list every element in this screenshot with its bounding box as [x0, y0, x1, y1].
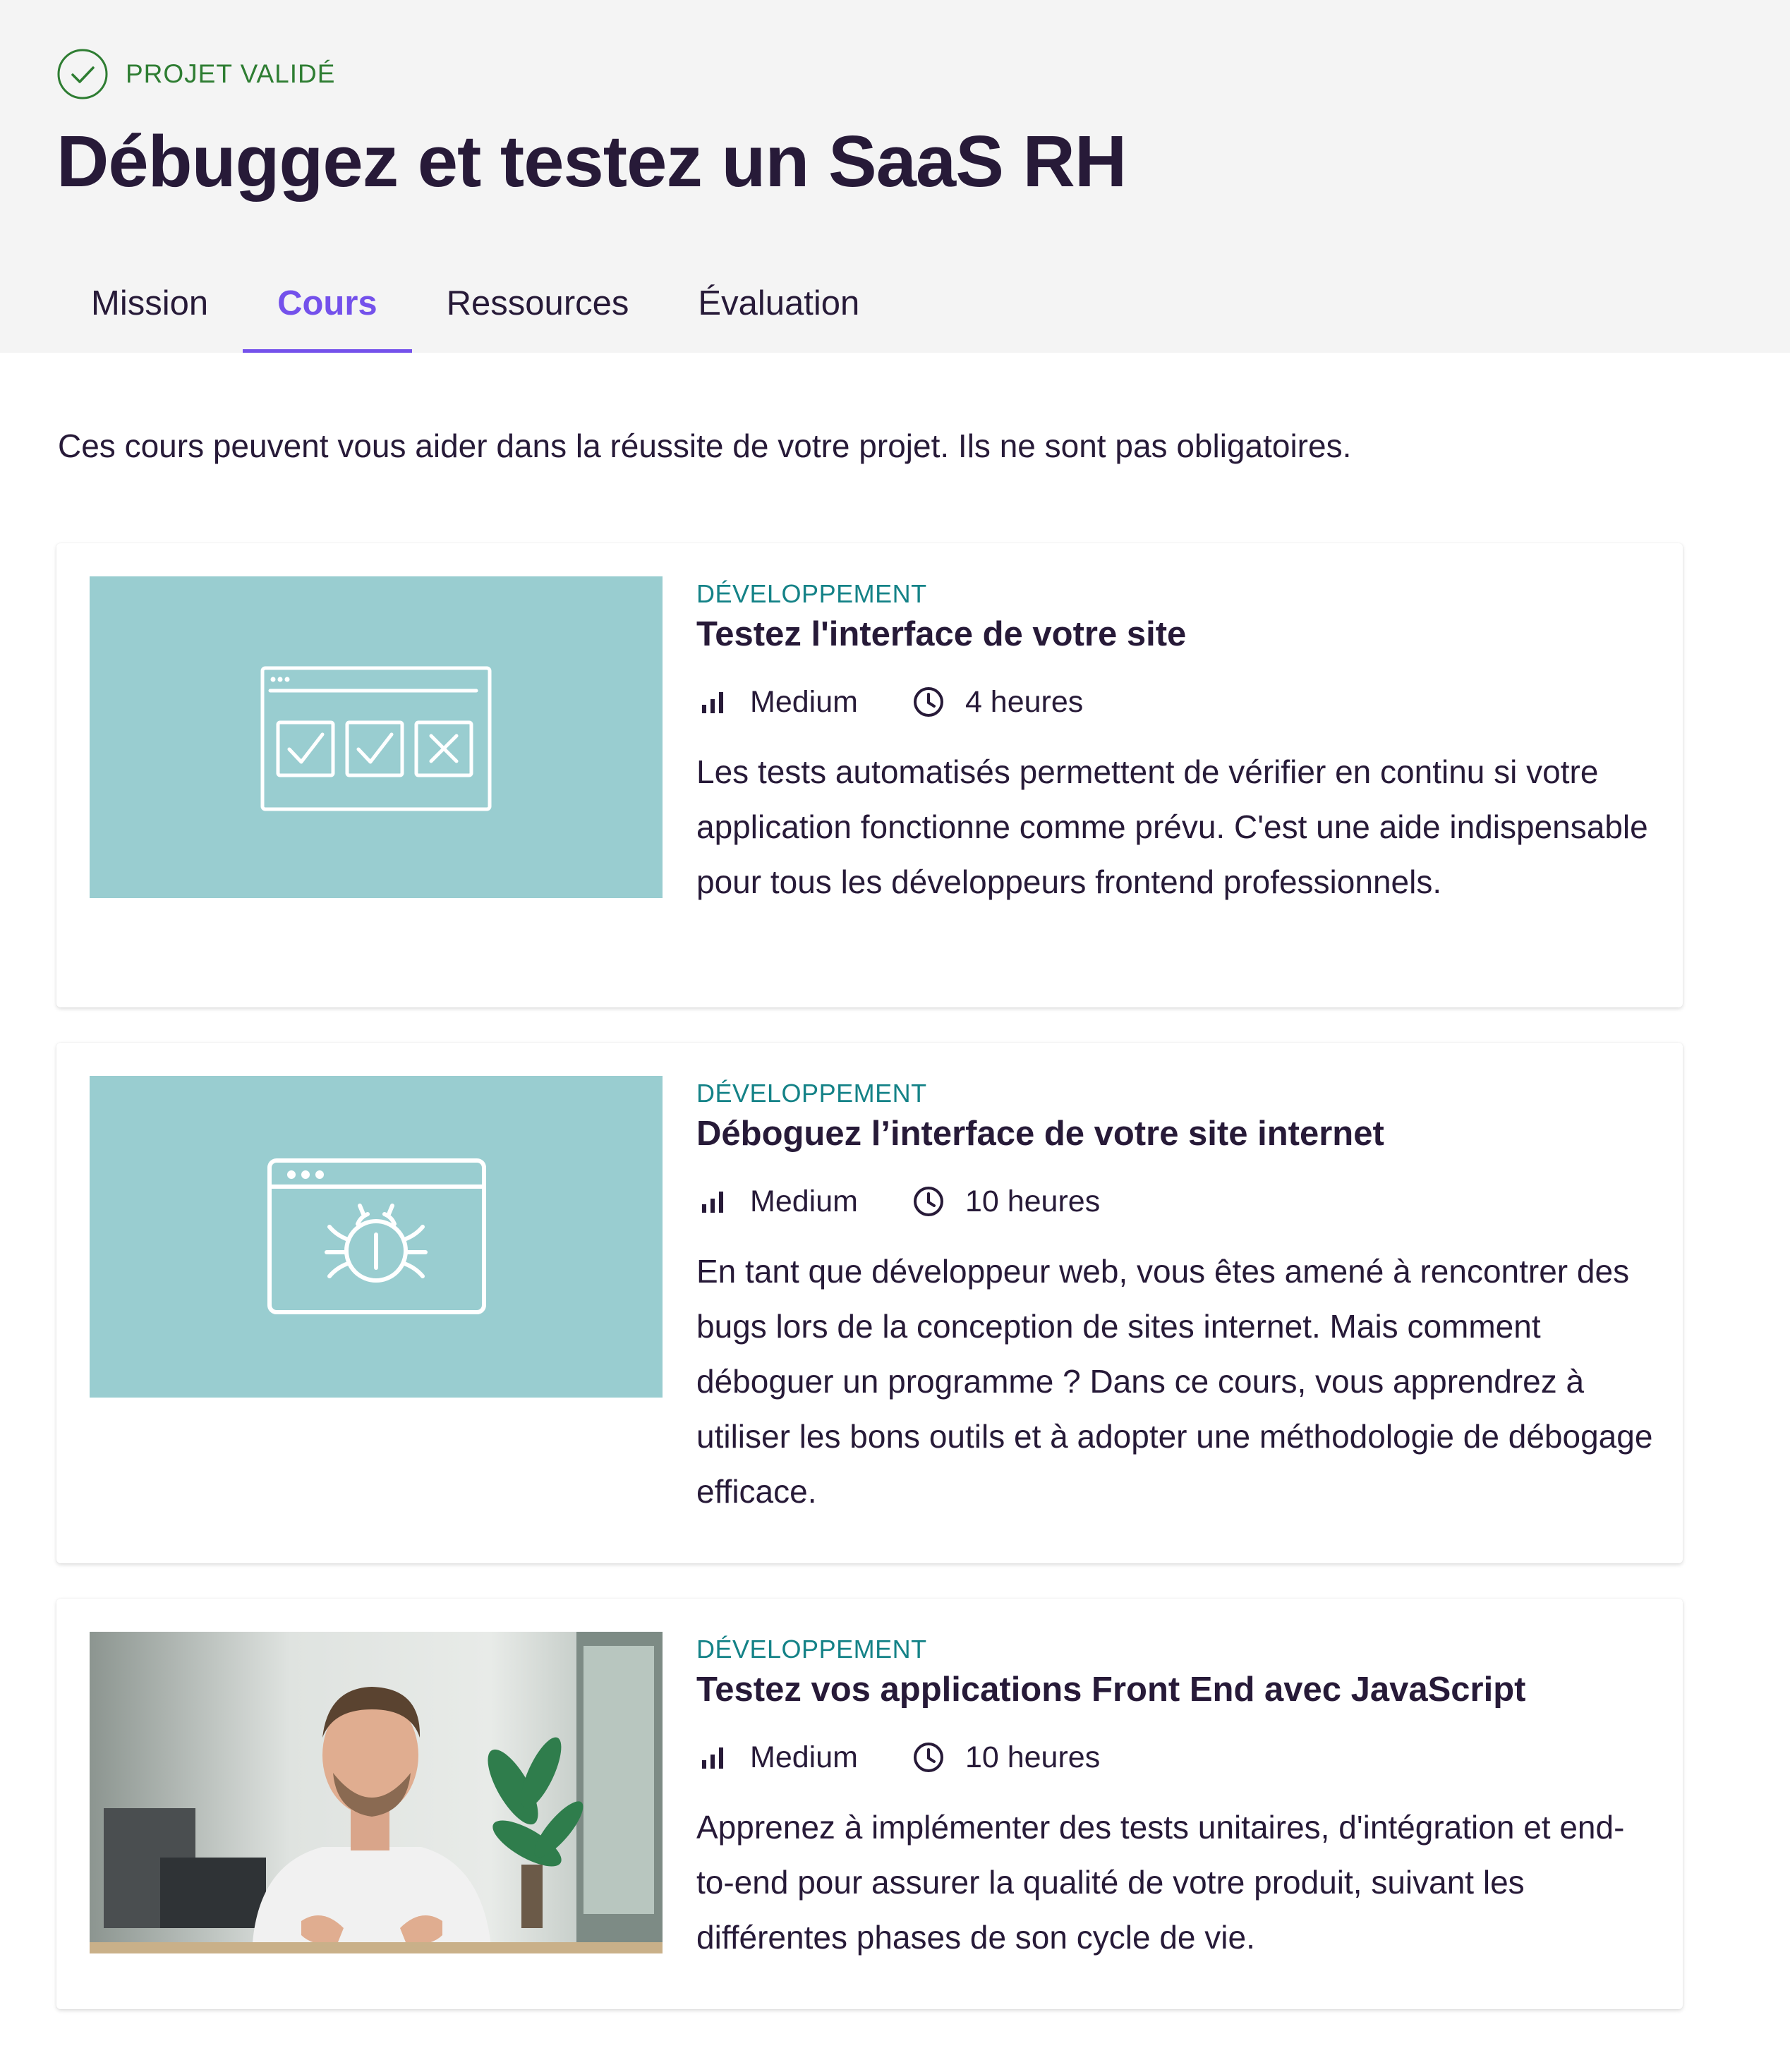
- signal-bars-icon: [702, 692, 723, 713]
- course-content: DÉVELOPPEMENT Testez l'interface de votr…: [696, 576, 1656, 909]
- course-thumbnail[interactable]: [90, 1076, 663, 1398]
- tab-cours[interactable]: Cours: [243, 268, 412, 353]
- course-duration-label: 4 heures: [964, 684, 1084, 719]
- course-thumbnail[interactable]: [90, 576, 663, 898]
- course-level-label: Medium: [750, 684, 858, 719]
- course-description: Apprenez à implémenter des tests unitair…: [696, 1809, 1625, 1956]
- course-level-label: Medium: [750, 1740, 858, 1774]
- tab-bar: Mission Cours Ressources Évaluation: [56, 268, 894, 353]
- course-level: Medium: [696, 1185, 858, 1219]
- course-category: DÉVELOPPEMENT: [696, 579, 927, 608]
- tab-evaluation[interactable]: Évaluation: [663, 268, 894, 353]
- course-duration: 10 heures: [912, 1185, 1100, 1219]
- course-card[interactable]: DÉVELOPPEMENT Testez vos applications Fr…: [56, 1599, 1683, 2009]
- check-circle-icon: [56, 48, 109, 100]
- course-duration: 10 heures: [912, 1740, 1100, 1775]
- signal-bars-icon: [702, 1192, 723, 1213]
- course-duration-label: 10 heures: [964, 1740, 1101, 1774]
- course-thumbnail[interactable]: [90, 1632, 663, 1953]
- course-content: DÉVELOPPEMENT Testez vos applications Fr…: [696, 1632, 1656, 1965]
- course-content: DÉVELOPPEMENT Déboguez l’interface de vo…: [696, 1076, 1656, 1519]
- course-title[interactable]: Testez l'interface de votre site: [696, 613, 1656, 655]
- tab-mission[interactable]: Mission: [56, 268, 243, 353]
- status-label: PROJET VALIDÉ: [126, 59, 336, 88]
- course-description: Les tests automatisés permettent de véri…: [696, 753, 1648, 900]
- course-meta: Medium 10 heures: [696, 1180, 1656, 1223]
- clock-icon: [913, 1743, 943, 1772]
- course-card[interactable]: DÉVELOPPEMENT Déboguez l’interface de vo…: [56, 1043, 1683, 1563]
- project-header: PROJET VALIDÉ Débuggez et testez un SaaS…: [0, 0, 1790, 353]
- browser-checklist-icon: [260, 666, 492, 811]
- clock-icon: [913, 1187, 943, 1216]
- course-card[interactable]: DÉVELOPPEMENT Testez l'interface de votr…: [56, 543, 1683, 1007]
- instructor-photo: [90, 1632, 663, 1953]
- project-status: PROJET VALIDÉ: [56, 48, 335, 100]
- course-level: Medium: [696, 685, 858, 720]
- course-title[interactable]: Testez vos applications Front End avec J…: [696, 1668, 1656, 1711]
- course-title[interactable]: Déboguez l’interface de votre site inter…: [696, 1113, 1656, 1155]
- tab-ressources[interactable]: Ressources: [412, 268, 664, 353]
- page-title: Débuggez et testez un SaaS RH: [56, 121, 1127, 202]
- course-category: DÉVELOPPEMENT: [696, 1079, 927, 1108]
- clock-icon: [913, 687, 943, 717]
- course-description: En tant que développeur web, vous êtes a…: [696, 1253, 1653, 1510]
- course-category: DÉVELOPPEMENT: [696, 1635, 927, 1664]
- intro-text: Ces cours peuvent vous aider dans la réu…: [58, 428, 1352, 464]
- course-meta: Medium 4 heures: [696, 681, 1656, 723]
- course-duration-label: 10 heures: [964, 1184, 1101, 1218]
- course-duration: 4 heures: [912, 685, 1083, 720]
- course-level-label: Medium: [750, 1184, 858, 1218]
- signal-bars-icon: [702, 1747, 723, 1769]
- browser-bug-icon: [267, 1158, 486, 1314]
- course-meta: Medium 10 heures: [696, 1736, 1656, 1779]
- course-level: Medium: [696, 1740, 858, 1775]
